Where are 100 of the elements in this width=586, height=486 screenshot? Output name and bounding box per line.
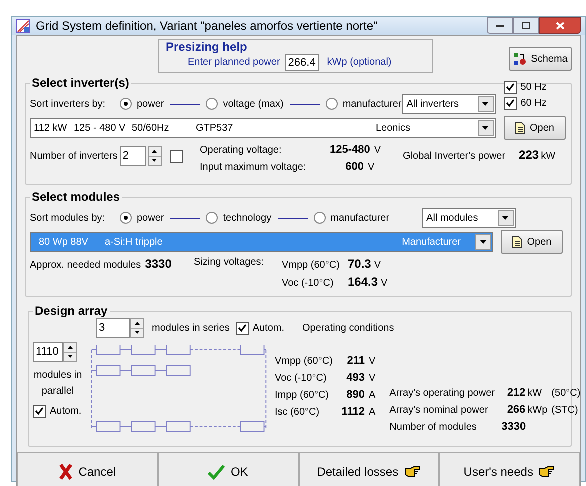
- planned-power-field[interactable]: 266.4: [285, 54, 320, 71]
- quantity-label: Isc (60°C): [275, 406, 321, 420]
- inverter-selector[interactable]: 112 kW 125 - 480 V 50/60Hz GTP537 Leonics: [30, 118, 496, 138]
- checkbox[interactable]: [33, 405, 46, 418]
- sort-option[interactable]: voltage (max): [206, 96, 284, 112]
- quantity-value: 211: [346, 354, 365, 369]
- group-title: Select modules: [30, 190, 122, 204]
- window-title: Grid System definition, Variant "paneles amorfos vertiente norte": [36, 18, 379, 35]
- check-icon: [208, 464, 225, 480]
- quantity-value: 70.3: [348, 256, 372, 273]
- quantity-value: 125-480: [330, 143, 370, 158]
- unit-label: V: [381, 277, 388, 291]
- inverter-count-field[interactable]: 2: [120, 146, 146, 166]
- spin-buttons[interactable]: [148, 146, 162, 166]
- field-label: Number of inverters: [30, 150, 118, 164]
- open-button[interactable]: Open: [504, 116, 566, 140]
- frequency-checkbox[interactable]: 60 Hz: [504, 96, 567, 111]
- radio-button[interactable]: [120, 212, 132, 224]
- group-title: Design array: [33, 304, 110, 318]
- sort-option[interactable]: manufacturer: [314, 210, 390, 226]
- close-button[interactable]: [539, 17, 581, 34]
- section-label: Operating conditions: [302, 322, 394, 336]
- quantity-label: Voc (-10°C): [275, 372, 328, 386]
- quantity-label: Approx. needed modules: [30, 259, 142, 273]
- sort-label: Sort inverters by:: [30, 98, 107, 112]
- unit-label: A: [369, 389, 376, 403]
- checkbox[interactable]: [504, 81, 517, 94]
- checkbox[interactable]: [504, 97, 517, 110]
- spin-buttons[interactable]: [63, 342, 77, 362]
- dropdown-arrow-icon: [482, 126, 490, 130]
- schema-button[interactable]: Schema: [509, 47, 572, 71]
- sort-option[interactable]: technology: [206, 210, 272, 226]
- autom-checkbox[interactable]: Autom.: [33, 404, 89, 419]
- autom-checkbox[interactable]: Autom.: [236, 320, 284, 336]
- dialog-button[interactable]: Detailed losses: [298, 452, 440, 486]
- maximize-button[interactable]: [513, 17, 539, 34]
- app-icon: [16, 18, 31, 34]
- condition-note: (50°C): [552, 387, 581, 401]
- quantity-value: 164.3: [348, 274, 378, 291]
- panel-title: Presizing help: [166, 40, 248, 54]
- spin-buttons[interactable]: [130, 318, 144, 338]
- unit-label: A: [369, 406, 376, 420]
- sort-option[interactable]: power: [120, 96, 164, 112]
- dropdown-arrow-icon: [480, 240, 486, 244]
- quantity-label: Voc (-10°C): [282, 277, 335, 291]
- group-title: Select inverter(s): [30, 76, 132, 90]
- quantity-label: Array's operating power: [390, 387, 496, 401]
- quantity-label: Array's nominal power: [390, 404, 490, 418]
- radio-button[interactable]: [206, 212, 218, 224]
- dialog-button[interactable]: User's needs: [439, 452, 580, 486]
- quantity-value: 223: [519, 147, 540, 164]
- checkbox[interactable]: [170, 150, 183, 162]
- unit-label: kWp: [528, 404, 549, 418]
- schema-icon: [513, 52, 528, 66]
- minimize-button[interactable]: [487, 17, 513, 34]
- quantity-value: 3330: [145, 256, 172, 273]
- radio-button[interactable]: [120, 98, 132, 110]
- filter-dropdown[interactable]: All inverters: [402, 94, 496, 114]
- field-label: Enter planned power: [188, 56, 280, 70]
- quantity-value: 266: [506, 403, 526, 418]
- dialog-button[interactable]: OK: [158, 452, 298, 486]
- unit-label: kW: [528, 387, 544, 401]
- sort-option[interactable]: power: [120, 210, 164, 226]
- quantity-label: Operating voltage:: [200, 144, 283, 158]
- quantity-label: Global Inverter's power: [403, 150, 507, 164]
- unit-label: V: [368, 160, 375, 174]
- cross-icon: [58, 464, 73, 480]
- unit-label: V: [374, 144, 382, 158]
- unit-label: kWp (optional): [327, 56, 392, 70]
- field-label: modules in series: [152, 322, 230, 336]
- radio-button[interactable]: [314, 212, 326, 224]
- radio-button[interactable]: [206, 98, 218, 110]
- condition-note: (STC): [552, 404, 578, 418]
- radio-button[interactable]: [326, 98, 338, 110]
- quantity-label: Sizing voltages:: [194, 256, 266, 270]
- quantity-label: Number of modules: [390, 421, 478, 435]
- quantity-label: Vmpp (60°C): [275, 355, 331, 369]
- quantity-label: Vmpp (60°C): [282, 259, 341, 273]
- sort-option[interactable]: manufacturer: [326, 96, 402, 112]
- pointing-hand-icon: [539, 466, 556, 478]
- document-icon: [515, 122, 526, 134]
- filter-dropdown[interactable]: All modules: [422, 208, 516, 228]
- unit-label: V: [369, 372, 376, 386]
- quantity-value: 890: [346, 388, 365, 403]
- checkbox[interactable]: [236, 322, 249, 334]
- parallel-count-field[interactable]: 1110: [33, 342, 63, 362]
- document-icon: [512, 236, 524, 248]
- quantity-value: 1112: [340, 405, 365, 420]
- quantity-value: 600: [344, 160, 364, 174]
- open-button[interactable]: Open: [501, 230, 563, 254]
- dialog-button[interactable]: Cancel: [17, 452, 158, 486]
- series-count-field[interactable]: 3: [96, 318, 130, 338]
- quantity-label: Input maximum voltage:: [200, 160, 308, 174]
- frequency-checkbox[interactable]: 50 Hz: [504, 80, 567, 95]
- quantity-value: 212: [506, 386, 526, 401]
- unit-label: V: [369, 355, 376, 369]
- field-label: modules in parallel: [33, 369, 83, 399]
- pointing-hand-icon: [404, 466, 421, 478]
- unit-label: kW: [541, 150, 556, 164]
- quantity-label: Impp (60°C): [275, 389, 330, 403]
